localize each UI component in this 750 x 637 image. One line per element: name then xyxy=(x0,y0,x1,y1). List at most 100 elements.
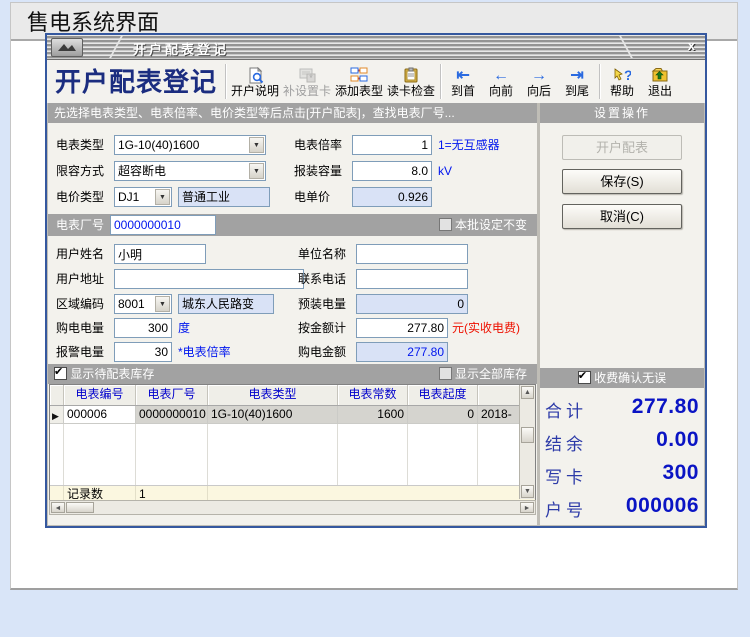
toolbar-separator xyxy=(599,64,600,99)
add-meter-type-button[interactable]: 添加表型 xyxy=(333,66,385,98)
scroll-up-icon[interactable]: ▲ xyxy=(521,386,534,399)
confirm-bar: 收费确认无误 xyxy=(540,368,704,388)
horizontal-scrollbar[interactable]: ◄ ► xyxy=(49,500,536,515)
scroll-right-icon[interactable]: ► xyxy=(520,502,534,513)
arrow-left-icon: ← xyxy=(493,67,509,84)
toolbar-button-label: 开户说明 xyxy=(231,84,279,98)
read-card-check-button[interactable]: 读卡检查 xyxy=(385,66,437,98)
price-type-desc: 普通工业 xyxy=(178,187,270,207)
close-icon[interactable]: x xyxy=(683,38,700,53)
by-amount-input[interactable] xyxy=(356,318,448,338)
show-pending-checkbox-row[interactable]: 显示待配表库存 xyxy=(54,364,154,384)
unit-price-value: 0.926 xyxy=(352,187,432,207)
ratio-input[interactable] xyxy=(352,135,432,155)
keep-batch-checkbox-row[interactable]: 本批设定不变 xyxy=(439,215,527,235)
toolbar-button-label: 添加表型 xyxy=(335,84,383,98)
buy-qty-input[interactable] xyxy=(114,318,172,338)
column-header: 电表起度 xyxy=(408,385,478,405)
window-logo-icon xyxy=(51,38,83,57)
toolbar-button-label: 向前 xyxy=(489,84,513,98)
address-input[interactable] xyxy=(114,269,304,289)
dialog-titlebar[interactable]: 开户配表登记 x xyxy=(47,35,705,60)
capacity-label: 报装容量 xyxy=(294,161,342,181)
show-all-checkbox-row[interactable]: 显示全部库存 xyxy=(439,364,527,384)
grid-corner-cell xyxy=(50,385,64,405)
area-code-value: 8001 xyxy=(118,297,145,311)
factory-number-input[interactable] xyxy=(110,215,216,235)
exit-button[interactable]: 退出 xyxy=(641,66,679,98)
area-code-select[interactable]: 8001 xyxy=(114,294,172,314)
save-button[interactable]: 保存(S) xyxy=(562,169,682,194)
buy-qty-label: 购电电量 xyxy=(56,318,104,338)
go-first-button[interactable]: ⇤ 到首 xyxy=(444,66,482,98)
keep-batch-checkbox[interactable] xyxy=(439,218,452,231)
toolbar-button-label: 到尾 xyxy=(565,84,589,98)
toolbar-button-label: 读卡检查 xyxy=(387,84,435,98)
help-button[interactable]: ? 帮助 xyxy=(603,66,641,98)
svg-text:*: * xyxy=(309,73,313,83)
toolbar-button-label: 到首 xyxy=(451,84,475,98)
add-boxes-icon xyxy=(333,66,385,85)
column-header: 电表厂号 xyxy=(136,385,208,405)
card-setup-icon: * xyxy=(281,66,333,85)
go-previous-button[interactable]: ← 向前 xyxy=(482,66,520,98)
grid-line xyxy=(135,424,136,485)
buy-amount-label: 购电金额 xyxy=(298,342,346,362)
address-label: 用户地址 xyxy=(56,269,104,289)
preset-qty-label: 预装电量 xyxy=(298,294,346,314)
factory-number-bar: 电表厂号 本批设定不变 xyxy=(48,214,537,236)
reissue-card-button: * 补设置卡 xyxy=(281,66,333,98)
alarm-qty-input[interactable] xyxy=(114,342,172,362)
area-code-label: 区域编码 xyxy=(56,294,104,314)
scrollbar-thumb[interactable] xyxy=(521,427,534,443)
ratio-label: 电表倍率 xyxy=(294,135,342,155)
total-value: 277.80 xyxy=(632,395,699,419)
dropdown-arrow-icon[interactable] xyxy=(155,189,170,205)
by-amount-hint: 元(实收电费) xyxy=(452,318,520,338)
go-last-button[interactable]: ⇥ 到尾 xyxy=(558,66,596,98)
table-row[interactable]: 000006 0000000010 1G-10(40)1600 1600 0 2… xyxy=(50,406,535,424)
cell-meter-no: 000006 xyxy=(64,406,136,424)
show-all-checkbox[interactable] xyxy=(439,367,452,380)
fee-confirm-label: 收费确认无误 xyxy=(594,371,666,385)
dropdown-arrow-icon[interactable] xyxy=(249,137,264,153)
cancel-button[interactable]: 取消(C) xyxy=(562,204,682,229)
unit-name-input[interactable] xyxy=(356,244,468,264)
meter-registration-dialog: 开户配表登记 x 开户配表登记 开户说明 * 补设置 xyxy=(45,33,707,528)
toolbar-separator xyxy=(440,64,441,99)
meter-type-select[interactable]: 1G-10(40)1600 xyxy=(114,135,266,155)
meter-type-value: 1G-10(40)1600 xyxy=(118,138,199,152)
by-amount-label: 按金额计 xyxy=(298,318,346,338)
column-header xyxy=(478,385,520,405)
help-icon: ? xyxy=(603,66,641,85)
fee-confirm-checkbox[interactable] xyxy=(578,371,591,384)
grid-line xyxy=(63,424,64,485)
ratio-hint: 1=无互感器 xyxy=(438,135,500,155)
limit-mode-select[interactable]: 超容断电 xyxy=(114,161,266,181)
capacity-input[interactable] xyxy=(352,161,432,181)
user-name-input[interactable] xyxy=(114,244,206,264)
buy-amount-value: 277.80 xyxy=(356,342,448,362)
grid-line xyxy=(207,424,208,485)
inventory-grid: 电表编号 电表厂号 电表类型 电表常数 电表起度 000006 00000000… xyxy=(49,384,536,500)
main-form-area: 先选择电表类型、电表倍率、电价类型等后点击[开户配表]，查找电表厂号... 电表… xyxy=(48,103,537,525)
price-type-select[interactable]: DJ1 xyxy=(114,187,172,207)
grid-line xyxy=(337,424,338,485)
phone-input[interactable] xyxy=(356,269,468,289)
factory-number-label: 电表厂号 xyxy=(56,215,104,235)
show-pending-checkbox[interactable] xyxy=(54,367,67,380)
area-code-desc: 城东人民路变 xyxy=(178,294,274,314)
dialog-title: 开户配表登记 xyxy=(133,39,229,58)
grid-line xyxy=(407,424,408,485)
balance-row: 结余 0.00 xyxy=(540,428,704,458)
dropdown-arrow-icon[interactable] xyxy=(249,163,264,179)
scroll-left-icon[interactable]: ◄ xyxy=(51,502,65,513)
vertical-scrollbar[interactable]: ▲ ▼ xyxy=(519,385,535,499)
dropdown-arrow-icon[interactable] xyxy=(155,296,170,312)
scroll-down-icon[interactable]: ▼ xyxy=(521,485,534,498)
go-next-button[interactable]: → 向后 xyxy=(520,66,558,98)
scrollbar-thumb[interactable] xyxy=(66,502,94,513)
toolbar-button-label: 向后 xyxy=(527,84,551,98)
show-all-label: 显示全部库存 xyxy=(455,367,527,381)
open-account-help-button[interactable]: 开户说明 xyxy=(229,66,281,98)
